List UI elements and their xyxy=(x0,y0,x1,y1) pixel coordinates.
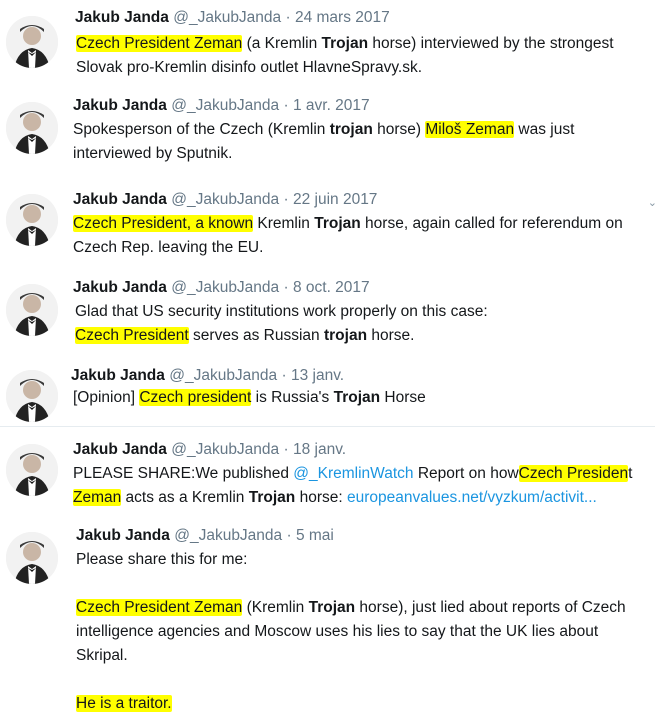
avatar[interactable] xyxy=(6,194,58,246)
bold-text: Trojan xyxy=(321,35,369,52)
tweet-date[interactable]: 18 janv. xyxy=(293,441,346,458)
text-segment: horse), just lied about reports of Czech xyxy=(355,599,626,616)
meta-separator: · xyxy=(283,191,289,208)
meta-separator: · xyxy=(281,367,287,384)
author-handle[interactable]: @_JakubJanda xyxy=(174,527,282,544)
tweet-date[interactable]: 8 oct. 2017 xyxy=(293,279,370,296)
tweet-text: Please share this for me: Czech Presiden… xyxy=(76,548,626,716)
author-name[interactable]: Jakub Janda xyxy=(73,441,167,458)
author-handle[interactable]: @_JakubJanda xyxy=(171,97,279,114)
tweet-line: Glad that US security institutions work … xyxy=(75,303,488,320)
bold-text: Trojan xyxy=(333,389,381,406)
tweet-line: Czech President, a known Kremlin Trojan … xyxy=(73,212,623,236)
text-segment: Spokesperson of the Czech (Kremlin xyxy=(73,121,330,138)
url-link[interactable]: europeanvalues.net/vyzkum/activit... xyxy=(347,489,597,506)
text-segment: Kremlin xyxy=(253,215,315,232)
meta-separator: · xyxy=(285,9,291,26)
text-segment: (Kremlin xyxy=(242,599,309,616)
author-handle[interactable]: @_JakubJanda xyxy=(171,191,279,208)
meta-separator: · xyxy=(283,441,289,458)
tweet-text: Glad that US security institutions work … xyxy=(75,300,488,348)
author-name[interactable]: Jakub Janda xyxy=(71,367,165,384)
tweet-line: Please share this for me: xyxy=(76,551,248,568)
text-segment: (a Kremlin xyxy=(242,35,322,52)
tweet-line: Czech Rep. leaving the EU. xyxy=(73,239,264,256)
text-segment: Report on how xyxy=(413,465,519,482)
text-segment: horse: xyxy=(295,489,347,506)
meta-separator: · xyxy=(283,97,289,114)
avatar[interactable] xyxy=(6,444,58,496)
avatar[interactable] xyxy=(6,370,58,422)
tweet-line: Czech President Zeman (Kremlin Trojan ho… xyxy=(76,596,626,620)
highlight: Czech president xyxy=(139,389,252,406)
tweet-line: Spokesperson of the Czech (Kremlin troja… xyxy=(73,118,574,142)
author-name[interactable]: Jakub Janda xyxy=(73,279,167,296)
highlight: Czech President, a known xyxy=(73,215,254,232)
tweet-line: intelligence agencies and Moscow uses hi… xyxy=(76,623,599,640)
bold-text: trojan xyxy=(323,327,368,344)
text-segment: PLEASE SHARE:We published xyxy=(73,465,294,482)
meta-separator: · xyxy=(283,279,289,296)
author-name[interactable]: Jakub Janda xyxy=(73,97,167,114)
tweet-line: [Opinion] Czech president is Russia's Tr… xyxy=(73,386,426,410)
tweet-date[interactable]: 5 mai xyxy=(296,527,334,544)
text-segment: horse. xyxy=(367,327,415,344)
highlight: Czech Presiden xyxy=(518,465,629,482)
text-segment: t xyxy=(628,465,633,482)
highlight: Czech President xyxy=(75,327,189,344)
highlight: Zeman xyxy=(73,489,122,506)
avatar[interactable] xyxy=(6,16,58,68)
text-segment: [Opinion] xyxy=(73,389,140,406)
tweet-text: Czech President Zeman (a Kremlin Trojan … xyxy=(76,32,614,80)
bold-text: Trojan xyxy=(248,489,296,506)
author-handle[interactable]: @_JakubJanda xyxy=(169,367,277,384)
bold-text: Trojan xyxy=(308,599,356,616)
text-segment: was just xyxy=(514,121,575,138)
tweet-line: interviewed by Sputnik. xyxy=(73,145,233,162)
highlight: Miloš Zeman xyxy=(425,121,515,138)
bold-text: trojan xyxy=(329,121,373,138)
author-name[interactable]: Jakub Janda xyxy=(73,191,167,208)
chevron-down-icon[interactable]: ⌄ xyxy=(648,196,657,209)
tweet-text: [Opinion] Czech president is Russia's Tr… xyxy=(73,386,426,410)
avatar[interactable] xyxy=(6,532,58,584)
tweet-line: Skripal. xyxy=(76,647,128,664)
bold-text: Trojan xyxy=(314,215,361,232)
highlight: He is a traitor. xyxy=(76,695,172,712)
tweet-line: He is a traitor. xyxy=(76,692,626,716)
mention-link[interactable]: @_KremlinWatch xyxy=(293,465,413,482)
tweet-date[interactable]: 24 mars 2017 xyxy=(295,9,390,26)
text-segment: serves as Russian xyxy=(188,327,324,344)
tweet-line: Czech President serves as Russian trojan… xyxy=(75,324,488,348)
author-name[interactable]: Jakub Janda xyxy=(75,9,169,26)
tweet-date[interactable]: 22 juin 2017 xyxy=(293,191,377,208)
tweet-text: Czech President, a known Kremlin Trojan … xyxy=(73,212,623,260)
tweet-text: PLEASE SHARE:We published @_KremlinWatch… xyxy=(73,462,632,510)
author-handle[interactable]: @_JakubJanda xyxy=(173,9,281,26)
avatar[interactable] xyxy=(6,284,58,336)
author-handle[interactable]: @_JakubJanda xyxy=(171,279,279,296)
author-name[interactable]: Jakub Janda xyxy=(76,527,170,544)
tweet-line: PLEASE SHARE:We published @_KremlinWatch… xyxy=(73,462,632,486)
tweet-date[interactable]: 1 avr. 2017 xyxy=(293,97,370,114)
text-segment: horse) interviewed by the strongest xyxy=(368,35,614,52)
tweet-date[interactable]: 13 janv. xyxy=(291,367,344,384)
author-handle[interactable]: @_JakubJanda xyxy=(171,441,279,458)
meta-separator: · xyxy=(286,527,292,544)
text-segment: is Russia's xyxy=(251,389,334,406)
text-segment: horse, again called for referendum on xyxy=(360,215,623,232)
text-segment: acts as a Kremlin xyxy=(121,489,249,506)
highlight: Czech President Zeman xyxy=(76,599,243,616)
avatar[interactable] xyxy=(6,102,58,154)
divider xyxy=(0,426,655,427)
tweet-line: Czech President Zeman (a Kremlin Trojan … xyxy=(76,32,614,56)
highlight: Czech President Zeman xyxy=(76,35,243,52)
tweet-line: Zeman acts as a Kremlin Trojan horse: eu… xyxy=(73,486,632,510)
text-segment: horse) xyxy=(372,121,426,138)
tweet-line: Slovak pro-Kremlin disinfo outlet Hlavne… xyxy=(76,59,423,76)
tweet-text: Spokesperson of the Czech (Kremlin troja… xyxy=(73,118,574,166)
text-segment: Horse xyxy=(380,389,426,406)
